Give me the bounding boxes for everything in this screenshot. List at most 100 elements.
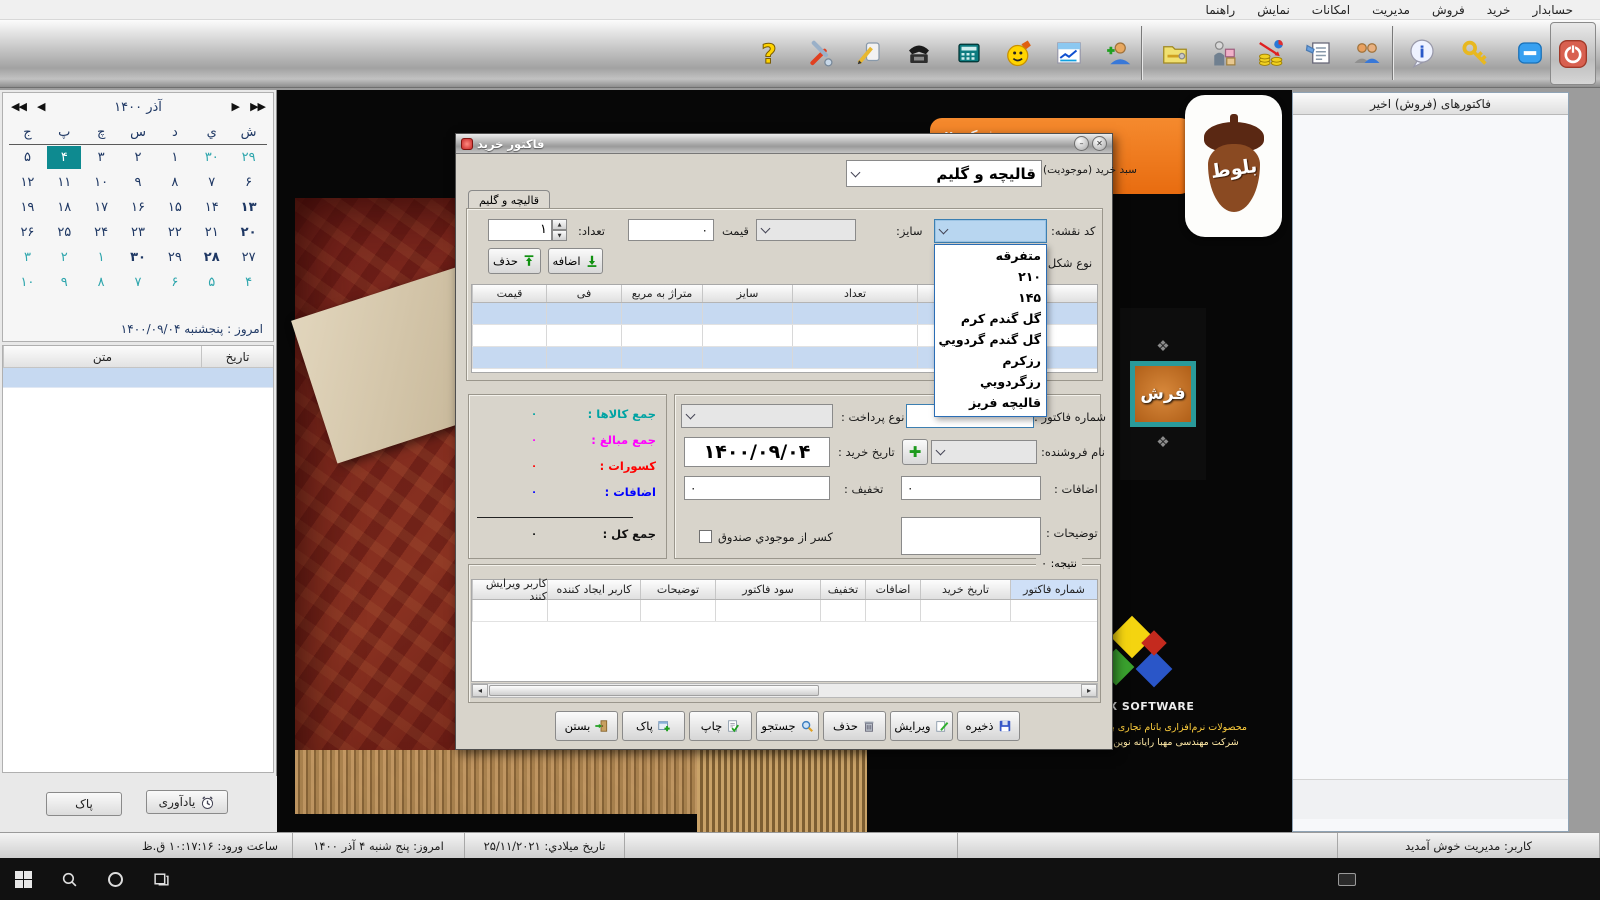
start-button[interactable] xyxy=(0,858,46,900)
calendar-day[interactable]: ۲۹ xyxy=(230,145,267,170)
signature-icon[interactable] xyxy=(852,25,886,81)
calendar-day[interactable]: ۶ xyxy=(156,270,193,295)
discount-input[interactable]: ۰ xyxy=(684,476,830,500)
col-unit-price[interactable]: فی xyxy=(546,285,621,302)
fax-icon[interactable] xyxy=(902,25,936,81)
key-icon[interactable] xyxy=(1459,25,1493,81)
calendar-day[interactable]: ۳۰ xyxy=(120,245,157,270)
tools-icon[interactable] xyxy=(802,25,836,81)
menu-help[interactable]: راهنما xyxy=(1195,3,1247,17)
qty-value[interactable]: ۱ xyxy=(488,219,552,241)
calendar-day[interactable]: ۵ xyxy=(193,270,230,295)
next-year-button[interactable]: ▶▶ xyxy=(250,100,265,113)
calendar-day[interactable]: ۳ xyxy=(83,145,120,170)
edit-button[interactable]: ویرایش xyxy=(890,711,953,741)
finance-chart-icon[interactable] xyxy=(1254,25,1288,81)
add-seller-button[interactable]: ✚ xyxy=(902,439,928,465)
folder-tools-icon[interactable] xyxy=(1158,25,1192,81)
col-invoice-no[interactable]: شماره فاکتور xyxy=(1010,580,1097,599)
col-size[interactable]: سایز xyxy=(702,285,792,302)
calendar-day[interactable]: ۹ xyxy=(46,270,83,295)
clear-button[interactable]: پاک xyxy=(622,711,685,741)
calendar-day[interactable]: ۸ xyxy=(83,270,120,295)
calendar-day[interactable]: ۱۶ xyxy=(120,195,157,220)
add-user-icon[interactable] xyxy=(1102,25,1136,81)
calendar-day[interactable]: ۱۲ xyxy=(9,170,46,195)
calendar-day[interactable]: ۸ xyxy=(156,170,193,195)
calendar-day[interactable]: ۱۷ xyxy=(83,195,120,220)
calendar-day[interactable]: ۲۶ xyxy=(9,220,46,245)
taskbar-search-button[interactable] xyxy=(46,858,92,900)
extras-input[interactable]: ۰ xyxy=(901,476,1041,500)
calendar-day[interactable]: ۱۴ xyxy=(193,195,230,220)
calendar-day[interactable]: ۱ xyxy=(156,145,193,170)
col-edited-by[interactable]: کاربر ویرایش کنند xyxy=(472,580,547,599)
delivery-icon[interactable] xyxy=(1206,25,1240,81)
prev-year-button[interactable]: ◀◀ xyxy=(11,100,26,113)
save-button[interactable]: ذخیره xyxy=(957,711,1020,741)
calendar-day[interactable]: ۱۰ xyxy=(9,270,46,295)
info-icon[interactable]: i xyxy=(1405,25,1439,81)
calendar-day[interactable]: ۱۰ xyxy=(83,170,120,195)
power-button[interactable] xyxy=(1550,22,1596,85)
calendar-day[interactable]: ۱۳ xyxy=(230,195,267,220)
col-extras[interactable]: اضافات xyxy=(865,580,920,599)
minimize-app-icon[interactable] xyxy=(1513,25,1547,81)
prev-month-button[interactable]: ◀ xyxy=(37,100,44,113)
calendar-day[interactable]: ۵ xyxy=(9,145,46,170)
calendar-day[interactable]: ۲۴ xyxy=(83,220,120,245)
calendar-day[interactable]: ۲ xyxy=(120,145,157,170)
cortana-button[interactable] xyxy=(92,858,138,900)
menu-view[interactable]: نمایش xyxy=(1246,3,1301,17)
scrollbar-thumb[interactable] xyxy=(489,685,819,696)
task-view-button[interactable] xyxy=(138,858,184,900)
col-square-meters[interactable]: متراژ به مربع xyxy=(621,285,702,302)
tab-carpet-kilim[interactable]: قالیچه و گلیم xyxy=(468,190,550,209)
history-horizontal-scrollbar[interactable]: ◂ ▸ xyxy=(471,683,1098,698)
dialog-close-button[interactable]: ✕ xyxy=(1092,136,1107,151)
price-input[interactable]: ۰ xyxy=(628,219,714,241)
col-qty[interactable]: تعداد xyxy=(792,285,917,302)
col-created-by[interactable]: کاربر ایجاد کننده xyxy=(547,580,640,599)
col-discount[interactable]: تخفیف xyxy=(820,580,865,599)
calendar-day[interactable]: ۲۵ xyxy=(46,220,83,245)
report-icon[interactable] xyxy=(1302,25,1336,81)
col-price[interactable]: قیمت xyxy=(472,285,546,302)
menu-purchase[interactable]: خرید xyxy=(1476,3,1522,17)
dialog-minimize-button[interactable]: – xyxy=(1074,136,1089,151)
calendar-day[interactable]: ۷ xyxy=(193,170,230,195)
dropdown-option[interactable]: رزکرم xyxy=(935,350,1046,371)
calendar-day[interactable]: ۲۱ xyxy=(193,220,230,245)
menu-management[interactable]: مدیریت xyxy=(1361,3,1421,17)
smiley-icon[interactable] xyxy=(1002,25,1036,81)
buy-date-value[interactable]: ۱۴۰۰/۰۹/۰۴ xyxy=(684,437,830,467)
calendar-day-selected[interactable]: ۴ xyxy=(47,146,81,169)
remove-item-button[interactable]: حذف xyxy=(488,248,541,274)
calendar-day[interactable]: ۱۹ xyxy=(9,195,46,220)
calendar-day[interactable]: ۶ xyxy=(230,170,267,195)
calendar-day[interactable]: ۳۰ xyxy=(193,145,230,170)
dropdown-option[interactable]: متفرقه xyxy=(935,245,1046,266)
dropdown-option[interactable]: قالیچه فریز xyxy=(935,392,1046,413)
scroll-right-button[interactable]: ▸ xyxy=(1081,684,1097,697)
calendar-day[interactable]: ۲۰ xyxy=(230,220,267,245)
map-code-combobox[interactable] xyxy=(934,219,1047,243)
help-icon[interactable]: ? xyxy=(752,25,786,81)
calendar-day[interactable]: ۲۳ xyxy=(120,220,157,245)
reminders-text-header[interactable]: متن xyxy=(3,346,201,367)
menu-sale[interactable]: فروش xyxy=(1421,3,1476,17)
calendar-day[interactable]: ۱ xyxy=(83,245,120,270)
recent-invoices-header[interactable]: فاکتورهای (فروش) اخیر xyxy=(1293,93,1568,115)
col-notes[interactable]: توضیحات xyxy=(640,580,715,599)
calendar-day[interactable]: ۱۸ xyxy=(46,195,83,220)
dropdown-option[interactable]: رزگردويي xyxy=(935,371,1046,392)
next-month-button[interactable]: ▶ xyxy=(232,100,239,113)
col-buy-date[interactable]: تاریخ خرید xyxy=(920,580,1010,599)
calendar-day[interactable]: ۷ xyxy=(120,270,157,295)
notes-textarea[interactable] xyxy=(901,517,1041,555)
delete-button[interactable]: حذف xyxy=(823,711,886,741)
calendar-day[interactable]: ۲۲ xyxy=(156,220,193,245)
qty-stepper[interactable]: ۱ ▲ ▼ xyxy=(488,219,567,241)
clear-reminders-button[interactable]: پاک xyxy=(46,792,122,816)
cash-deduct-checkbox[interactable] xyxy=(699,530,712,543)
